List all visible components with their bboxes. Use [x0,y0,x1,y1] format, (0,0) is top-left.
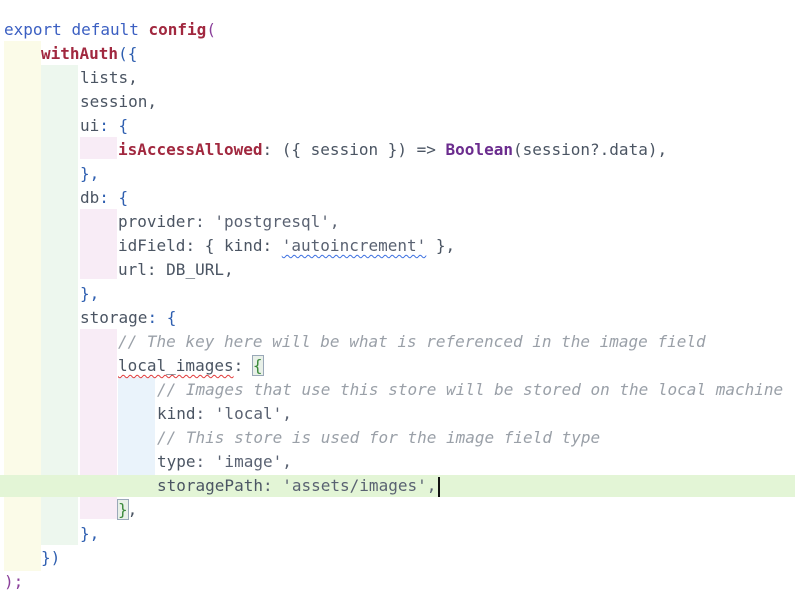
kind-value: : 'local', [195,404,292,423]
code-line[interactable]: db: { [80,186,128,210]
db-open: : { [99,188,129,207]
property-db: db [80,188,100,207]
open-paren: ( [206,20,216,39]
code-line[interactable]: idField: { kind: 'autoincrement' }, [118,234,455,258]
property-type: type [157,452,196,471]
code-line[interactable]: }, [117,498,138,522]
property-lists: lists, [80,68,138,87]
storage-close: }, [80,524,100,543]
comment-store: // This store is used for the image fiel… [157,428,601,447]
withauth-close: }) [41,548,61,567]
indent-guide [41,65,78,545]
idfield-close: }, [426,236,456,255]
builtin-boolean: Boolean [445,140,513,159]
comment-images: // Images that use this store will be st… [157,380,784,399]
colon: : [233,356,253,375]
property-url: url [118,260,147,279]
comma: , [127,500,138,519]
comment-key: // The key here will be what is referenc… [118,332,706,351]
ui-open: : { [99,116,129,135]
text-cursor [438,476,441,497]
url-value: : DB_URL, [146,260,234,279]
function-withauth: withAuth [41,44,119,63]
keyword-default: default [71,20,139,39]
code-editor[interactable]: export default config( withAuth({ lists,… [0,0,795,600]
code-line-active[interactable]: storagePath: 'assets/images', [157,474,441,498]
storagepath-value: : 'assets/images', [262,476,437,495]
property-idfield: idField [118,236,186,255]
code-line[interactable]: }, [80,162,99,186]
local-images-open-brace: { [251,355,264,376]
code-line[interactable]: provider: 'postgresql', [118,210,340,234]
code-line[interactable]: }) [41,546,60,570]
code-line[interactable]: ui: { [80,114,128,138]
function-config: config [148,20,207,39]
storage-open: : { [147,308,177,327]
property-storagepath: storagePath [157,476,263,495]
db-close: }, [80,284,100,303]
code-line[interactable]: // This store is used for the image fiel… [157,426,600,450]
property-local-images: local_images [118,356,234,375]
code-line[interactable]: withAuth({ [41,42,137,66]
property-storage: storage [80,308,148,327]
local-images-close-brace: } [117,499,129,520]
ui-close: }, [80,164,100,183]
type-value: : 'image', [195,452,292,471]
code-line[interactable]: url: DB_URL, [118,258,234,282]
property-kind: kind [157,404,196,423]
arrow-args: : ({ session }) => [262,140,446,159]
indent-guide [80,209,117,279]
idfield-open: : { kind: [185,236,282,255]
string-autoincrement: 'autoincrement' [281,236,427,255]
property-provider: provider [118,212,196,231]
code-line[interactable]: // The key here will be what is referenc… [118,330,706,354]
code-line[interactable]: type: 'image', [157,450,292,474]
code-line[interactable]: export default config( [4,18,216,42]
indent-guide [80,137,117,159]
boolean-args: (session?.data), [512,140,668,159]
property-ui: ui [80,116,100,135]
code-line[interactable]: ); [4,570,23,594]
code-line[interactable]: }, [80,522,99,546]
code-line[interactable]: lists, [80,66,138,90]
property-isaccessallowed: isAccessAllowed [118,140,263,159]
code-line[interactable]: // Images that use this store will be st… [157,378,783,402]
code-line[interactable]: storage: { [80,306,176,330]
code-line[interactable]: session, [80,90,157,114]
config-close: ); [4,572,24,591]
code-line[interactable]: isAccessAllowed: ({ session }) => Boolea… [118,138,667,162]
code-line[interactable]: kind: 'local', [157,402,292,426]
keyword-export: export [4,20,62,39]
code-line[interactable]: }, [80,282,99,306]
withauth-open: ({ [118,44,138,63]
code-line[interactable]: local_images: { [118,354,264,378]
provider-value: : 'postgresql', [195,212,340,231]
property-session: session, [80,92,158,111]
